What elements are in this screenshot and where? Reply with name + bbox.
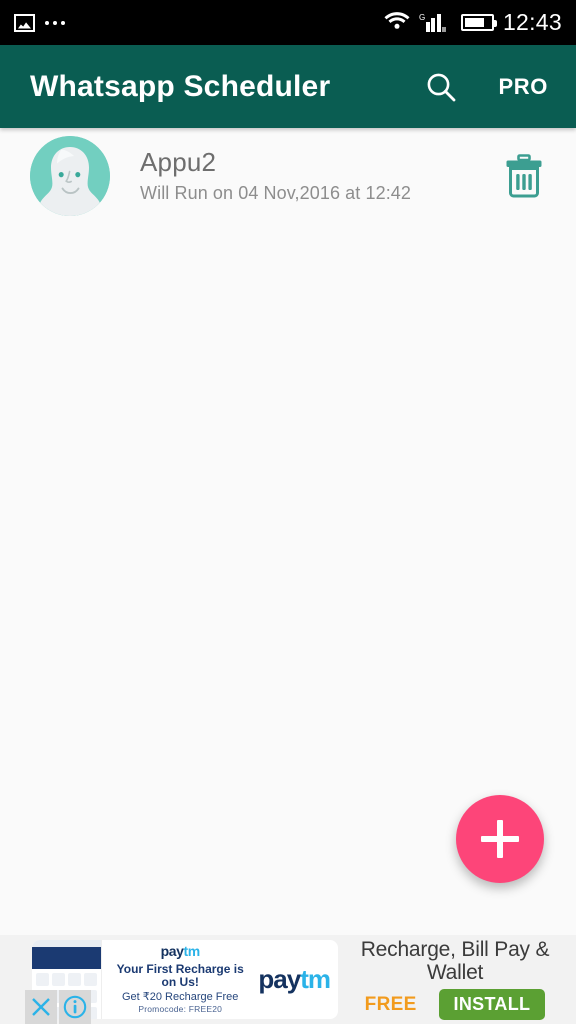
info-icon: [63, 995, 87, 1019]
wifi-icon: [384, 10, 410, 35]
ad-brand-part1: pay: [160, 943, 184, 960]
search-button[interactable]: [415, 61, 467, 113]
default-person-avatar-icon: [30, 136, 110, 216]
ad-line-1: Your First Recharge is on Us!: [116, 961, 244, 990]
close-icon: [32, 998, 50, 1016]
signal-icon: G: [419, 13, 452, 32]
image-icon: [14, 13, 35, 32]
app-screen: G 12:43 Whatsapp Scheduler PRO Appu2 Wil…: [0, 0, 576, 1024]
page-title: Whatsapp Scheduler: [30, 69, 331, 103]
ad-brand-large-part1: pay: [258, 964, 301, 994]
list-item-subtitle: Will Run on 04 Nov,2016 at 12:42: [140, 182, 412, 203]
search-icon: [427, 73, 455, 101]
trash-icon: [506, 154, 542, 198]
more-notifications-icon: [45, 20, 65, 25]
ad-details: Recharge, Bill Pay & Wallet FREE INSTALL: [338, 935, 576, 1024]
ad-info-button[interactable]: [59, 990, 91, 1024]
ad-brand-logo-large: paytm: [256, 964, 338, 995]
ad-banner[interactable]: paytm Your First Recharge is on Us! Get …: [0, 935, 576, 1024]
status-bar-left-icons: [14, 13, 65, 32]
scheduled-list: Appu2 Will Run on 04 Nov,2016 at 12:42: [0, 128, 576, 224]
app-bar: Whatsapp Scheduler PRO: [0, 45, 576, 128]
ad-headline: Recharge, Bill Pay & Wallet: [360, 937, 550, 984]
list-item[interactable]: Appu2 Will Run on 04 Nov,2016 at 12:42: [0, 128, 576, 224]
ad-controls: [25, 990, 91, 1024]
ad-line-3: Promocode: FREE20: [138, 1004, 223, 1015]
list-item-title: Appu2: [140, 147, 217, 178]
list-item-text: Appu2 Will Run on 04 Nov,2016 at 12:42: [140, 147, 496, 204]
status-bar-clock: 12:43: [502, 9, 562, 35]
battery-icon: [460, 14, 497, 31]
avatar: [30, 136, 110, 216]
ad-brand-part2: tm: [183, 943, 201, 960]
ad-brand-logo-small: paytm: [108, 943, 252, 960]
pro-button[interactable]: PRO: [493, 66, 554, 108]
ad-close-button[interactable]: [25, 990, 57, 1024]
ad-install-button[interactable]: INSTALL: [438, 989, 546, 1021]
ad-cta-row: FREE INSTALL: [364, 989, 546, 1021]
ad-price-label: FREE: [364, 993, 417, 1015]
delete-button[interactable]: [496, 148, 552, 204]
ad-brand-large-part2: tm: [300, 964, 331, 994]
status-bar-right-icons: G 12:43: [384, 9, 562, 36]
ad-copy: paytm Your First Recharge is on Us! Get …: [102, 940, 256, 1018]
status-bar: G 12:43: [0, 0, 576, 45]
add-schedule-fab[interactable]: +: [456, 795, 544, 883]
ad-line-2: Get ₹20 Recharge Free: [121, 990, 239, 1003]
app-bar-actions: PRO: [415, 61, 554, 113]
